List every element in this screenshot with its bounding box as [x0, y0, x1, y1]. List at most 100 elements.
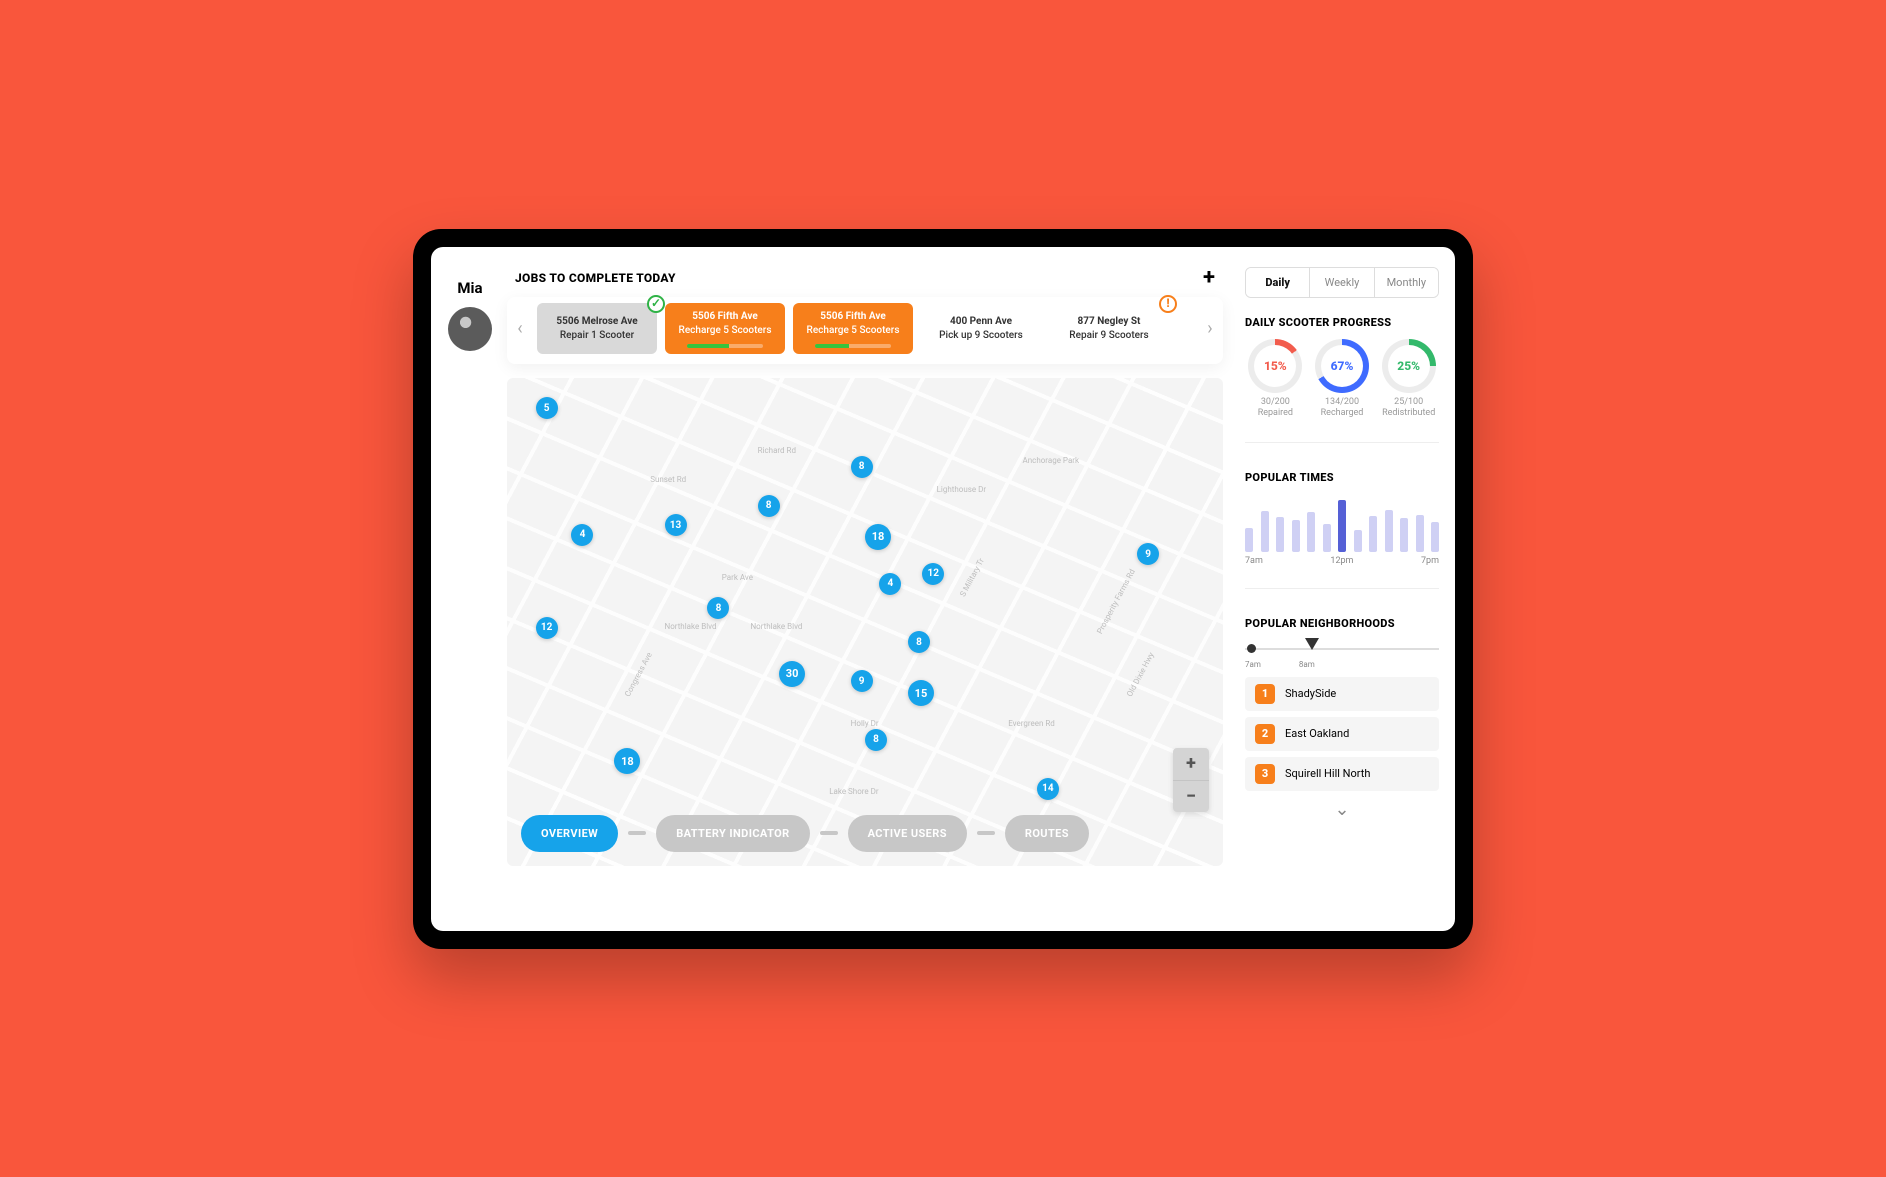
tab-connector	[820, 831, 838, 835]
map-pin[interactable]: 12	[536, 617, 558, 639]
chevron-down-icon[interactable]: ⌄	[1245, 797, 1439, 820]
map-pin[interactable]: 30	[779, 661, 805, 687]
time-bar[interactable]	[1245, 528, 1253, 552]
time-bar[interactable]	[1323, 524, 1331, 552]
neighborhood-row[interactable]: 3Squirell Hill North	[1245, 757, 1439, 791]
map-pin[interactable]: 18	[865, 524, 891, 550]
street-label: Anchorage Park	[1023, 456, 1080, 465]
time-bar[interactable]	[1292, 520, 1300, 552]
neighborhood-row[interactable]: 1ShadySide	[1245, 677, 1439, 711]
street-label: Richard Rd	[758, 446, 796, 455]
job-card[interactable]: 5506 Fifth AveRecharge 5 Scooters	[665, 303, 785, 354]
map[interactable]: OVERVIEW BATTERY INDICATOR ACTIVE USERS ROU…	[507, 378, 1223, 866]
zoom-controls: + −	[1173, 748, 1209, 812]
time-label: 7pm	[1421, 556, 1439, 566]
map-pin[interactable]: 13	[665, 514, 687, 536]
time-bar[interactable]	[1431, 522, 1439, 552]
time-label: 12pm	[1330, 556, 1353, 566]
slider-to: 8am	[1299, 660, 1315, 669]
job-address: 400 Penn Ave	[927, 316, 1035, 329]
time-bar[interactable]	[1276, 517, 1284, 552]
rank-badge: 3	[1255, 764, 1275, 784]
job-progress	[687, 344, 763, 348]
map-pin[interactable]: 8	[908, 631, 930, 653]
job-task: Repair 1 Scooter	[543, 330, 651, 343]
map-pin[interactable]: 4	[879, 573, 901, 595]
street-label: Congress Ave	[623, 651, 654, 698]
job-task: Repair 9 Scooters	[1055, 330, 1163, 343]
donut-ratio: 30/200	[1245, 397, 1306, 409]
time-label: 7am	[1245, 556, 1263, 566]
popular-times-heading: POPULAR TIMES	[1245, 471, 1439, 484]
map-pin[interactable]: 8	[851, 456, 873, 478]
donut-pct: 67%	[1331, 359, 1354, 373]
time-bar[interactable]	[1400, 518, 1408, 552]
donut-label: Redistributed	[1378, 408, 1439, 420]
map-pin[interactable]: 9	[851, 670, 873, 692]
time-bar[interactable]	[1385, 510, 1393, 552]
chevron-left-icon[interactable]: ‹	[511, 313, 529, 343]
time-bar[interactable]	[1416, 515, 1424, 552]
progress-heading: DAILY SCOOTER PROGRESS	[1245, 316, 1439, 329]
time-bar[interactable]	[1307, 512, 1315, 551]
progress-donut: 25%25/100Redistributed	[1378, 339, 1439, 420]
map-pin[interactable]: 14	[1037, 778, 1059, 800]
tablet-frame: Mia JOBS TO COMPLETE TODAY + ‹ ✓5506 Mel…	[413, 229, 1473, 949]
donut-label: Recharged	[1312, 408, 1373, 420]
chevron-right-icon[interactable]: ›	[1201, 313, 1219, 343]
avatar[interactable]	[448, 307, 492, 351]
tab-connector	[628, 831, 646, 835]
map-pin[interactable]: 9	[1137, 543, 1159, 565]
street-label: S Military Tr	[958, 556, 986, 597]
zoom-in-button[interactable]: +	[1173, 748, 1209, 780]
street-label: Lake Shore Dr	[829, 787, 878, 796]
time-bar[interactable]	[1354, 530, 1362, 552]
time-segment: DailyWeeklyMonthly	[1245, 267, 1439, 298]
map-pin[interactable]: 12	[922, 563, 944, 585]
neighborhood-row[interactable]: 2East Oakland	[1245, 717, 1439, 751]
map-pin[interactable]: 18	[614, 748, 640, 774]
zoom-out-button[interactable]: −	[1173, 780, 1209, 812]
time-bar[interactable]	[1369, 516, 1377, 552]
map-pin[interactable]: 15	[908, 680, 934, 706]
map-tab-overview[interactable]: OVERVIEW	[521, 815, 618, 852]
slider-labels: 7am 8am	[1245, 660, 1439, 669]
tab-connector	[977, 831, 995, 835]
map-pin[interactable]: 8	[758, 495, 780, 517]
add-job-button[interactable]: +	[1203, 267, 1215, 289]
job-task: Recharge 5 Scooters	[799, 325, 907, 338]
map-pin[interactable]: 8	[707, 597, 729, 619]
job-progress	[815, 344, 891, 348]
jobs-header: JOBS TO COMPLETE TODAY +	[507, 267, 1223, 297]
street-label: Prosperity Farms Rd	[1095, 568, 1137, 636]
time-bar[interactable]	[1261, 511, 1269, 552]
segment-daily[interactable]: Daily	[1246, 268, 1309, 297]
rank-badge: 2	[1255, 724, 1275, 744]
progress-donut: 67% 134/200Recharged	[1312, 339, 1373, 420]
street-label: Lighthouse Dr	[937, 485, 986, 494]
progress-donut: 15%30/200Repaired	[1245, 339, 1306, 420]
segment-monthly[interactable]: Monthly	[1374, 268, 1438, 297]
map-pin[interactable]: 5	[536, 397, 558, 419]
donut-pct: 25%	[1397, 359, 1420, 373]
neighborhood-name: ShadySide	[1285, 687, 1336, 700]
profile-sidebar: Mia	[431, 247, 503, 931]
map-tab-battery-indicator[interactable]: BATTERY INDICATOR	[656, 815, 809, 852]
job-card[interactable]: ✓5506 Melrose AveRepair 1 Scooter	[537, 303, 657, 354]
job-card[interactable]: 400 Penn AvePick up 9 Scooters	[921, 303, 1041, 354]
map-tab-routes[interactable]: ROUTES	[1005, 815, 1089, 852]
map-pin[interactable]: 8	[865, 729, 887, 751]
map-tabs: OVERVIEW BATTERY INDICATOR ACTIVE USERS ROU…	[521, 815, 1089, 852]
time-slider[interactable]	[1245, 640, 1439, 658]
job-card[interactable]: !877 Negley StRepair 9 Scooters	[1049, 303, 1169, 354]
job-task: Pick up 9 Scooters	[927, 330, 1035, 343]
divider	[1245, 442, 1439, 443]
street-label: Park Ave	[722, 573, 753, 582]
check-icon: ✓	[647, 295, 665, 313]
time-bar[interactable]	[1338, 500, 1346, 552]
job-card[interactable]: 5506 Fifth AveRecharge 5 Scooters	[793, 303, 913, 354]
map-tab-active-users[interactable]: ACTIVE USERS	[848, 815, 967, 852]
segment-weekly[interactable]: Weekly	[1309, 268, 1373, 297]
map-pin[interactable]: 4	[571, 524, 593, 546]
donut-ratio: 134/200	[1312, 397, 1373, 409]
